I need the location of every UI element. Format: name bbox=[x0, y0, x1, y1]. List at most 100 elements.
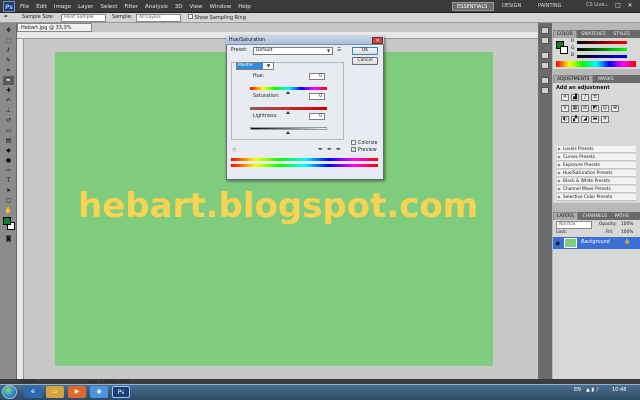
clone-source-panel-icon[interactable] bbox=[541, 87, 549, 94]
preset-levels[interactable]: Levels Presets bbox=[557, 146, 636, 153]
foreground-color-swatch[interactable] bbox=[3, 217, 11, 225]
preset-black-white[interactable]: Black & White Presets bbox=[557, 178, 636, 185]
exposure-icon[interactable]: ± bbox=[591, 94, 599, 101]
gradient-tool-icon[interactable]: ▤ bbox=[3, 136, 14, 145]
close-button[interactable]: ✕ bbox=[624, 1, 636, 10]
pen-tool-icon[interactable]: ✑ bbox=[3, 166, 14, 175]
blend-mode-select[interactable]: Normal bbox=[556, 221, 592, 229]
dialog-close-icon[interactable]: ✕ bbox=[372, 37, 383, 44]
eyedropper-plus-icon[interactable]: ✒ bbox=[327, 146, 332, 153]
posterize-icon[interactable]: ▞ bbox=[571, 116, 579, 123]
color-balance-icon[interactable]: ⚖ bbox=[581, 105, 589, 112]
sample-select[interactable]: All Layers bbox=[136, 14, 181, 22]
lightness-slider[interactable] bbox=[250, 127, 327, 130]
hue-value[interactable]: 0 bbox=[309, 73, 325, 80]
brush-tool-icon[interactable]: ✍ bbox=[3, 96, 14, 105]
history-brush-icon[interactable]: ↺ bbox=[3, 116, 14, 125]
sample-size-select[interactable]: Point Sample bbox=[61, 14, 106, 22]
chrome-icon[interactable]: ◉ bbox=[90, 386, 108, 398]
clone-stamp-icon[interactable]: ⊥ bbox=[3, 106, 14, 115]
tab-layers[interactable]: LAYERS bbox=[553, 212, 578, 220]
menu-3d[interactable]: 3D bbox=[175, 4, 183, 10]
shape-tool-icon[interactable]: ▢ bbox=[3, 196, 14, 205]
preset-hue-saturation[interactable]: Hue/Saturation Presets bbox=[557, 170, 636, 177]
colorize-checkbox[interactable]: Colorize bbox=[351, 140, 377, 146]
tab-paths[interactable]: PATHS bbox=[612, 213, 632, 220]
tab-styles[interactable]: STYLES bbox=[610, 31, 633, 38]
vibrance-icon[interactable]: V bbox=[561, 105, 569, 112]
photoshop-taskbar-icon[interactable]: Ps bbox=[112, 386, 130, 398]
green-slider[interactable] bbox=[577, 48, 627, 51]
maximize-button[interactable]: □ bbox=[612, 1, 624, 10]
menu-file[interactable]: File bbox=[20, 4, 29, 10]
ie-icon[interactable]: e bbox=[24, 386, 42, 398]
preset-options-icon[interactable]: ☰ bbox=[337, 47, 341, 53]
character-panel-icon[interactable] bbox=[541, 52, 549, 59]
eyedropper-icon[interactable]: ✒ bbox=[3, 76, 14, 85]
preset-selective-color[interactable]: Selective Color Presets bbox=[557, 194, 636, 201]
crop-tool-icon[interactable]: ⌗ bbox=[3, 66, 14, 75]
workspace-painting-button[interactable]: PAINTING bbox=[534, 2, 566, 11]
tab-color[interactable]: COLOR bbox=[553, 30, 577, 38]
workspace-essentials-button[interactable]: ESSENTIALS bbox=[452, 2, 494, 11]
menu-edit[interactable]: Edit bbox=[36, 4, 47, 10]
threshold-icon[interactable]: ◢ bbox=[581, 116, 589, 123]
move-tool-icon[interactable]: ✥ bbox=[3, 26, 14, 35]
explorer-icon[interactable]: ▭ bbox=[46, 386, 64, 398]
show-sampling-ring-checkbox[interactable]: Show Sampling Ring bbox=[188, 14, 246, 21]
marquee-tool-icon[interactable]: ⬚ bbox=[3, 36, 14, 45]
quick-mask-icon[interactable]: ◙ bbox=[3, 234, 14, 243]
preset-exposure[interactable]: Exposure Presets bbox=[557, 162, 636, 169]
paragraph-panel-icon[interactable] bbox=[541, 62, 549, 69]
gradient-map-icon[interactable]: ▬ bbox=[591, 116, 599, 123]
eyedropper-minus-icon[interactable]: ✒ bbox=[336, 146, 341, 153]
menu-view[interactable]: View bbox=[189, 4, 202, 10]
tab-adjustments[interactable]: ADJUSTMENTS bbox=[553, 75, 594, 83]
color-ramp[interactable] bbox=[556, 61, 636, 67]
black-white-icon[interactable]: ◩ bbox=[591, 105, 599, 112]
hue-saturation-icon[interactable]: ▦ bbox=[571, 105, 579, 112]
saturation-slider-thumb[interactable] bbox=[286, 111, 290, 114]
hue-slider-thumb[interactable] bbox=[286, 91, 290, 94]
cancel-button[interactable]: Cancel bbox=[352, 57, 378, 65]
tab-masks[interactable]: MASKS bbox=[595, 76, 617, 83]
hand-tool-icon[interactable]: ✋ bbox=[3, 206, 14, 215]
tab-channels[interactable]: CHANNELS bbox=[580, 213, 611, 220]
invert-icon[interactable]: ◐ bbox=[561, 116, 569, 123]
levels-icon[interactable]: ▟ bbox=[571, 94, 579, 101]
brightness-icon[interactable]: ☀ bbox=[561, 94, 569, 101]
actions-panel-icon[interactable] bbox=[541, 37, 549, 44]
eraser-tool-icon[interactable]: ▭ bbox=[3, 126, 14, 135]
lightness-slider-thumb[interactable] bbox=[286, 131, 290, 134]
dodge-tool-icon[interactable]: ● bbox=[3, 156, 14, 165]
fill-value[interactable]: 100% bbox=[621, 230, 633, 235]
menu-select[interactable]: Select bbox=[100, 4, 117, 10]
preset-curves[interactable]: Curves Presets bbox=[557, 154, 636, 161]
eyedropper-tool-icon[interactable]: ✒ bbox=[4, 14, 8, 20]
clock[interactable]: 10:48 bbox=[612, 387, 626, 393]
preset-channel-mixer[interactable]: Channel Mixer Presets bbox=[557, 186, 636, 193]
panel-background-swatch[interactable] bbox=[560, 46, 568, 54]
menu-image[interactable]: Image bbox=[54, 4, 71, 10]
red-slider[interactable] bbox=[577, 41, 627, 44]
path-select-icon[interactable]: ➤ bbox=[3, 186, 14, 195]
brushes-panel-icon[interactable] bbox=[541, 77, 549, 84]
document-tab[interactable]: Hebart.jpg @ 33,3% (RGB/8) bbox=[17, 23, 92, 39]
tray-icons[interactable]: ▲ ▮ ♪ bbox=[586, 387, 599, 393]
selective-color-icon[interactable]: ✕ bbox=[601, 116, 609, 123]
menu-window[interactable]: Window bbox=[210, 4, 232, 10]
workspace-design-button[interactable]: DESIGN bbox=[498, 2, 532, 11]
blue-slider[interactable] bbox=[577, 55, 627, 58]
minimize-button[interactable]: – bbox=[600, 1, 612, 10]
ok-button[interactable]: OK bbox=[352, 47, 378, 55]
channel-mixer-icon[interactable]: ⊕ bbox=[611, 105, 619, 112]
lightness-value[interactable]: 0 bbox=[309, 113, 325, 120]
hue-slider[interactable] bbox=[250, 87, 327, 90]
eye-icon[interactable]: ◉ bbox=[555, 240, 560, 247]
saturation-slider[interactable] bbox=[250, 107, 327, 110]
eyedropper-icon[interactable]: ✒ bbox=[318, 146, 323, 153]
photo-filter-icon[interactable]: ◎ bbox=[601, 105, 609, 112]
preset-select[interactable]: Default bbox=[253, 47, 333, 55]
healing-brush-icon[interactable]: ✚ bbox=[3, 86, 14, 95]
on-image-adjust-icon[interactable]: ☝ bbox=[232, 146, 236, 154]
